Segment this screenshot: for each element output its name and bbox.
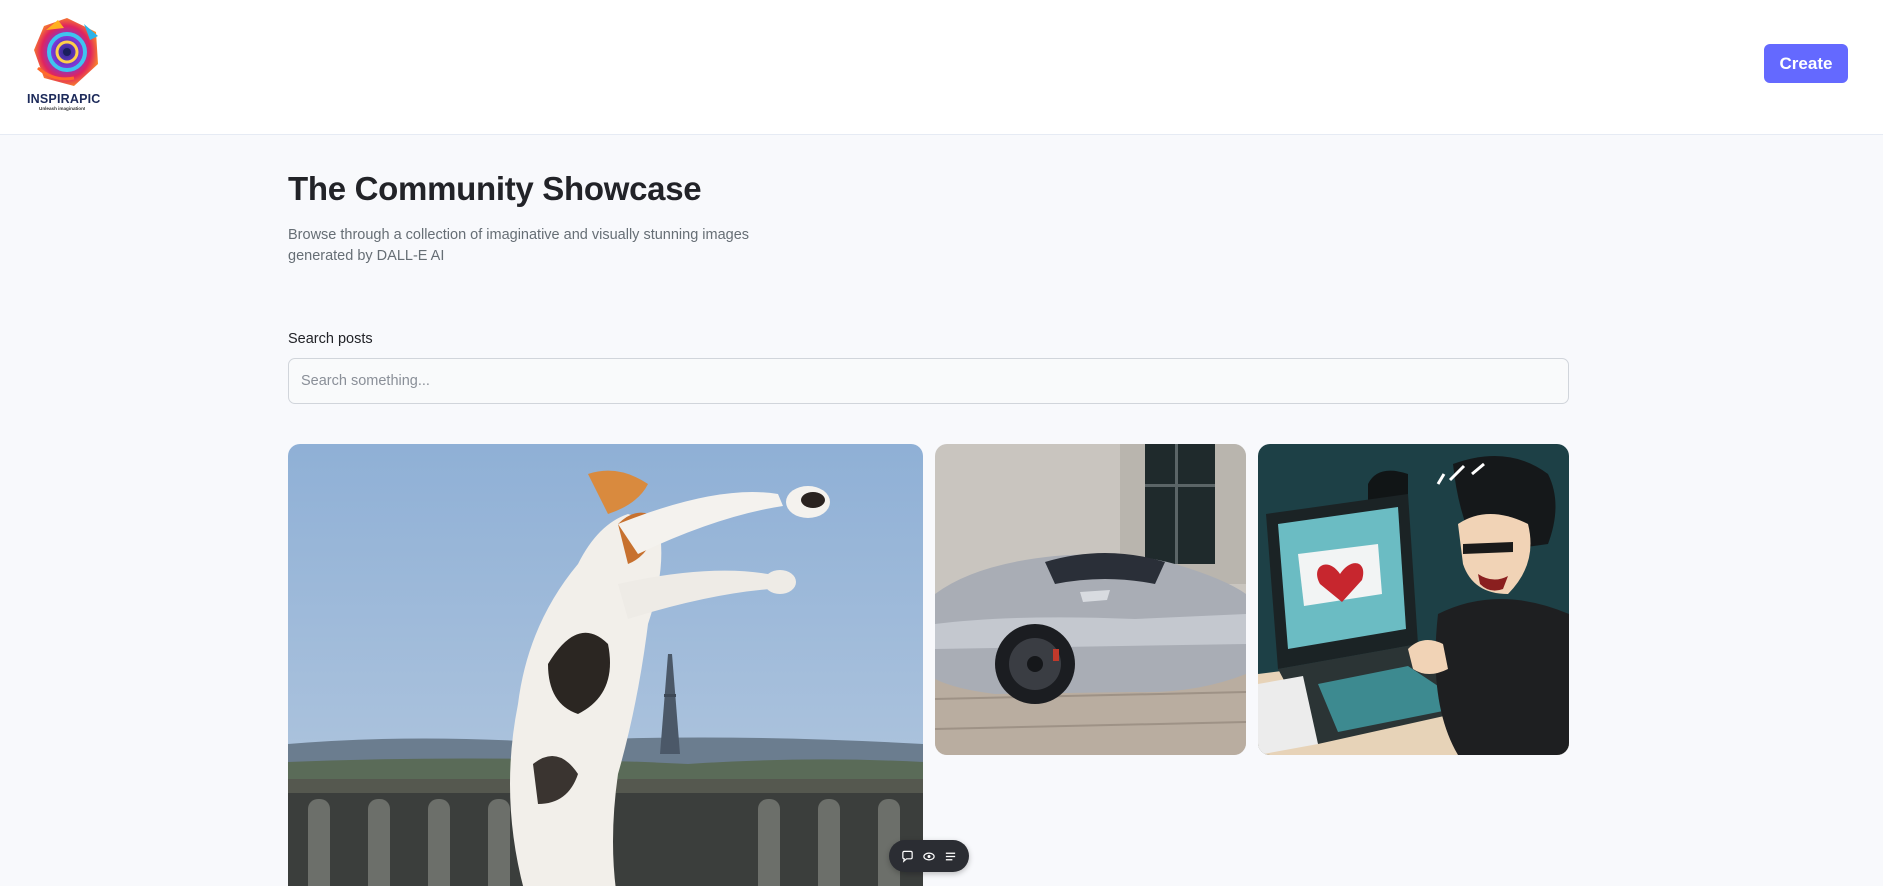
logo-wordmark: INSPIRAPIC [27, 92, 101, 106]
search-input[interactable] [288, 358, 1569, 404]
cat-image [288, 444, 923, 886]
create-button[interactable]: Create [1764, 44, 1848, 83]
page-subtitle: Browse through a collection of imaginati… [288, 227, 750, 264]
page-title: The Community Showcase [288, 170, 702, 207]
top-navbar: INSPIRAPIC Unleash imagination! Create [0, 0, 1883, 135]
list-icon[interactable] [942, 847, 960, 865]
logo-swirl-icon [34, 18, 98, 86]
post-card-cat[interactable] [288, 444, 923, 886]
comment-icon[interactable] [899, 847, 917, 865]
eye-icon[interactable] [920, 847, 938, 865]
floating-toolbar [889, 840, 969, 872]
typing-image [1258, 444, 1569, 755]
post-card-car[interactable] [935, 444, 1246, 755]
search-label: Search posts [288, 331, 373, 347]
car-image [935, 444, 1246, 755]
post-card-typing[interactable] [1258, 444, 1569, 755]
logo-tagline: Unleash imagination! [39, 106, 86, 111]
